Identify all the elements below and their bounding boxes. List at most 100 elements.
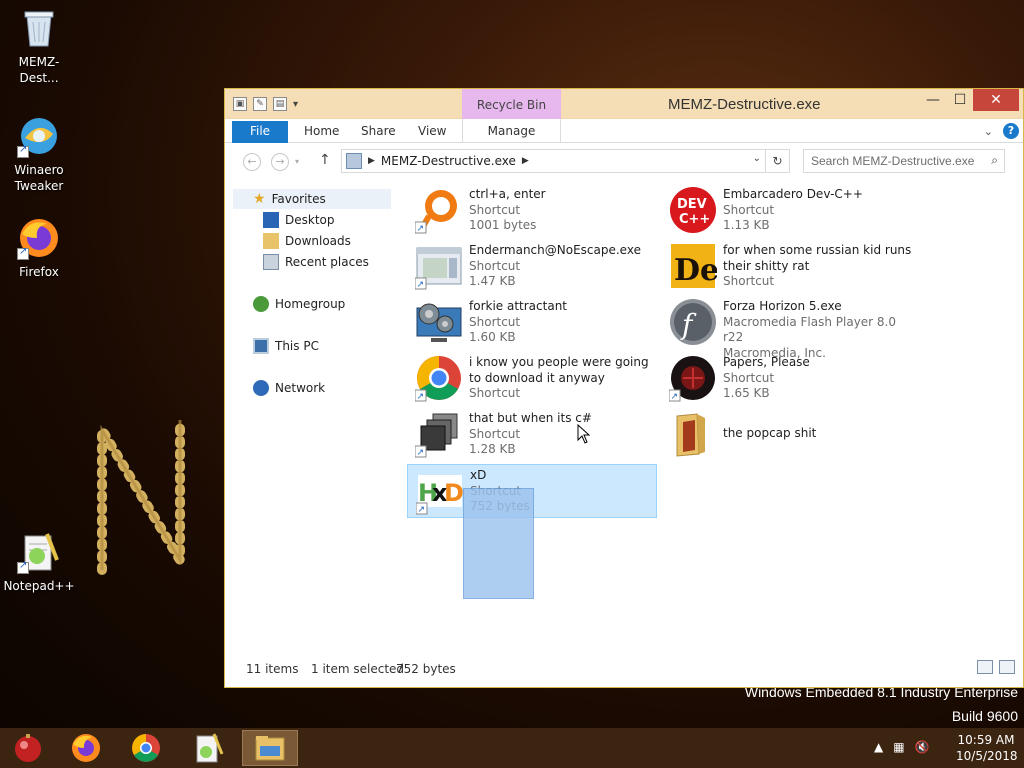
svg-text:↗: ↗ [417, 280, 425, 290]
desktop-icon-notepadpp[interactable]: Notepad++ [0, 530, 78, 594]
recent-places-icon [263, 254, 279, 270]
help-icon[interactable]: ? [1003, 123, 1019, 139]
file-item[interactable]: ↗ i know you people were going to downlo… [407, 352, 657, 406]
expand-ribbon-chevron-icon[interactable]: ⌄ [984, 125, 993, 138]
properties-icon[interactable]: ✎ [253, 97, 267, 111]
tab-share[interactable]: Share [347, 121, 410, 143]
clock[interactable]: 10:59 AM 10/5/2018 [956, 732, 1018, 764]
search-input[interactable] [804, 150, 979, 172]
system-tray: ▲ ▦ 🔇 [874, 740, 930, 754]
firefox-icon [17, 216, 61, 260]
file-name: that but when its c# [469, 411, 592, 425]
customize-qat-icon[interactable]: ▾ [293, 99, 298, 110]
file-name: i know you people were going to download… [469, 355, 649, 385]
shortcut-arrow-icon [17, 144, 29, 158]
file-item[interactable]: DEV C++ Embarcadero Dev-C++ Shortcut 1.13… [661, 184, 911, 238]
network-icon [253, 380, 269, 396]
file-item[interactable]: forkie attractant Shortcut 1.60 KB [407, 296, 657, 350]
search-box[interactable]: ⌕ [803, 149, 1005, 173]
file-item[interactable]: ↗ that but when its c# Shortcut 1.28 KB [407, 408, 657, 462]
svg-text:↗: ↗ [418, 505, 426, 515]
flash-icon: f [669, 298, 717, 346]
file-list: ↗ ctrl+a, enter Shortcut 1001 bytes DEV C… [395, 184, 1015, 654]
file-size: 1.65 KB [723, 386, 770, 400]
new-folder-icon[interactable]: ▤ [273, 97, 287, 111]
de-icon: De [669, 242, 719, 290]
file-size: 1.60 KB [469, 330, 516, 344]
nav-item-favorites[interactable]: ★ Favorites [233, 189, 391, 209]
folder-icon [669, 410, 717, 458]
start-button[interactable] [0, 730, 56, 766]
desktop-icon-firefox[interactable]: Firefox [0, 216, 78, 280]
address-bar[interactable]: ▶ MEMZ-Destructive.exe ▶ ⌄ [341, 149, 766, 173]
nav-item-label: Downloads [285, 234, 351, 248]
nav-item-homegroup[interactable]: Homegroup [253, 294, 345, 314]
tab-home[interactable]: Home [290, 121, 353, 143]
mouse-cursor-icon [577, 424, 591, 444]
desktop-icon-recycle-bin[interactable]: MEMZ-Dest... [0, 6, 78, 86]
file-item[interactable]: ↗ Endermanch@NoEscape.exe Shortcut 1.47 … [407, 240, 657, 294]
file-item[interactable]: ↗ Papers, Please Shortcut 1.65 KB [661, 352, 911, 406]
refresh-button[interactable]: ↻ [766, 149, 790, 173]
title-bar[interactable]: ▣ ✎ ▤ ▾ Recycle Bin Tools MEMZ-Destructi… [225, 89, 1023, 144]
desktop-icon-winaero[interactable]: Winaero Tweaker [0, 114, 78, 194]
nav-item-label: Recent places [285, 255, 369, 269]
back-button[interactable]: ← [243, 153, 261, 171]
maximize-button[interactable]: ☐ [947, 89, 973, 111]
nav-item-label: Network [275, 381, 326, 395]
computer-icon [253, 338, 269, 354]
up-button[interactable]: ↑ [319, 152, 331, 168]
taskbar-notepadpp[interactable] [180, 730, 236, 766]
close-button[interactable]: ✕ [973, 89, 1019, 111]
recycle-bin-small-icon: ▣ [233, 97, 247, 111]
taskbar-file-explorer[interactable] [242, 730, 298, 766]
details-view-icon[interactable] [977, 660, 993, 674]
folder-item[interactable]: the popcap shit [661, 408, 911, 462]
file-type: Macromedia Flash Player 8.0 r22 [723, 314, 897, 345]
volume-muted-icon[interactable]: 🔇 [915, 740, 930, 754]
context-tab-recycle-bin-tools[interactable]: Recycle Bin Tools [462, 89, 561, 144]
desktop-folder-icon [263, 212, 279, 228]
file-name: xD [470, 468, 487, 482]
breadcrumb-separator[interactable]: ▶ [522, 156, 529, 166]
stacked-windows-icon: ↗ [414, 410, 463, 458]
breadcrumb-separator[interactable]: ▶ [368, 156, 375, 166]
forward-button[interactable]: → [271, 153, 289, 171]
taskbar-firefox[interactable] [58, 730, 114, 766]
ribbon-tabs: File Home Share View Manage ⌄ ? [225, 119, 1023, 143]
drag-selection-rectangle [463, 488, 534, 599]
nav-item-label: Favorites [271, 192, 326, 206]
show-hidden-icons-chevron-icon[interactable]: ▲ [874, 740, 883, 754]
nav-item-network[interactable]: Network [253, 378, 325, 398]
file-item[interactable]: ↗ ctrl+a, enter Shortcut 1001 bytes [407, 184, 657, 238]
nav-item-recent-places[interactable]: Recent places [263, 252, 369, 272]
tab-file[interactable]: File [232, 121, 288, 143]
nav-item-label: Homegroup [275, 297, 346, 311]
file-name: Papers, Please [723, 355, 810, 369]
svg-text:De: De [674, 253, 717, 288]
explorer-window[interactable]: ▣ ✎ ▤ ▾ Recycle Bin Tools MEMZ-Destructi… [224, 88, 1024, 688]
quick-access-toolbar: ▣ ✎ ▤ ▾ [233, 97, 298, 111]
file-type: Shortcut [469, 386, 521, 400]
start-orb-icon [15, 734, 41, 762]
nav-item-downloads[interactable]: Downloads [263, 231, 351, 251]
tab-view[interactable]: View [404, 121, 460, 143]
tab-manage[interactable]: Manage [462, 119, 561, 143]
file-item[interactable]: De for when some russian kid runs their … [661, 240, 911, 294]
homegroup-icon [253, 296, 269, 312]
search-icon[interactable]: ⌕ [991, 153, 998, 168]
address-dropdown-icon[interactable]: ⌄ [753, 153, 761, 164]
file-type: Shortcut [469, 314, 521, 329]
navigation-bar: ← → ▾ ↑ ▶ MEMZ-Destructive.exe ▶ ⌄ ↻ ⌕ [225, 143, 1023, 179]
file-type: Shortcut [469, 426, 521, 441]
large-icons-view-icon[interactable] [999, 660, 1015, 674]
minimize-button[interactable]: — [919, 89, 947, 111]
file-item[interactable]: f Forza Horizon 5.exe Macromedia Flash P… [661, 296, 911, 360]
network-status-icon[interactable]: ▦ [893, 740, 904, 754]
taskbar-chrome[interactable] [118, 730, 174, 766]
nav-item-this-pc[interactable]: This PC [253, 336, 319, 356]
nav-item-desktop[interactable]: Desktop [263, 210, 335, 230]
item-count: 11 items [246, 662, 299, 676]
recent-locations-chevron-icon[interactable]: ▾ [295, 157, 299, 166]
breadcrumb-path[interactable]: MEMZ-Destructive.exe [381, 154, 516, 168]
